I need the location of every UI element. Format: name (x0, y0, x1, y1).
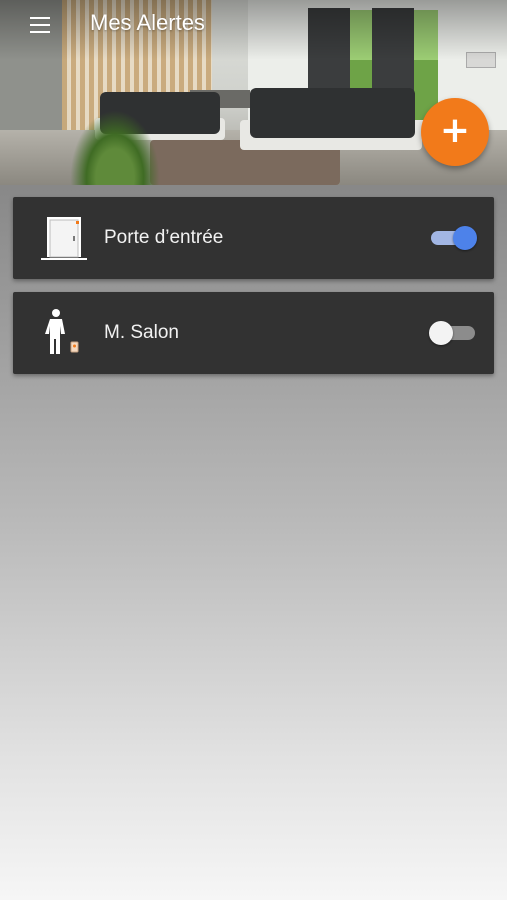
alert-card-m-salon[interactable]: M. Salon (13, 292, 494, 374)
alert-label: Porte d’entrée (104, 227, 224, 248)
plant (70, 110, 160, 185)
hamburger-menu-icon[interactable] (28, 14, 52, 36)
page-title: Mes Alertes (90, 10, 205, 35)
plus-icon: + (439, 110, 471, 151)
door-icon (41, 217, 87, 260)
toggle-thumb (429, 321, 453, 345)
toggle-thumb (453, 226, 477, 250)
add-alert-button[interactable]: + (421, 98, 489, 166)
sofa (250, 88, 415, 138)
alert-toggle[interactable] (429, 320, 477, 346)
app-bar: Mes Alertes (0, 0, 507, 50)
motion-sensor-person-icon (45, 309, 79, 354)
alert-card-porte-entree[interactable]: Porte d’entrée (13, 197, 494, 279)
alert-toggle[interactable] (429, 225, 477, 251)
alert-label: M. Salon (104, 322, 179, 343)
